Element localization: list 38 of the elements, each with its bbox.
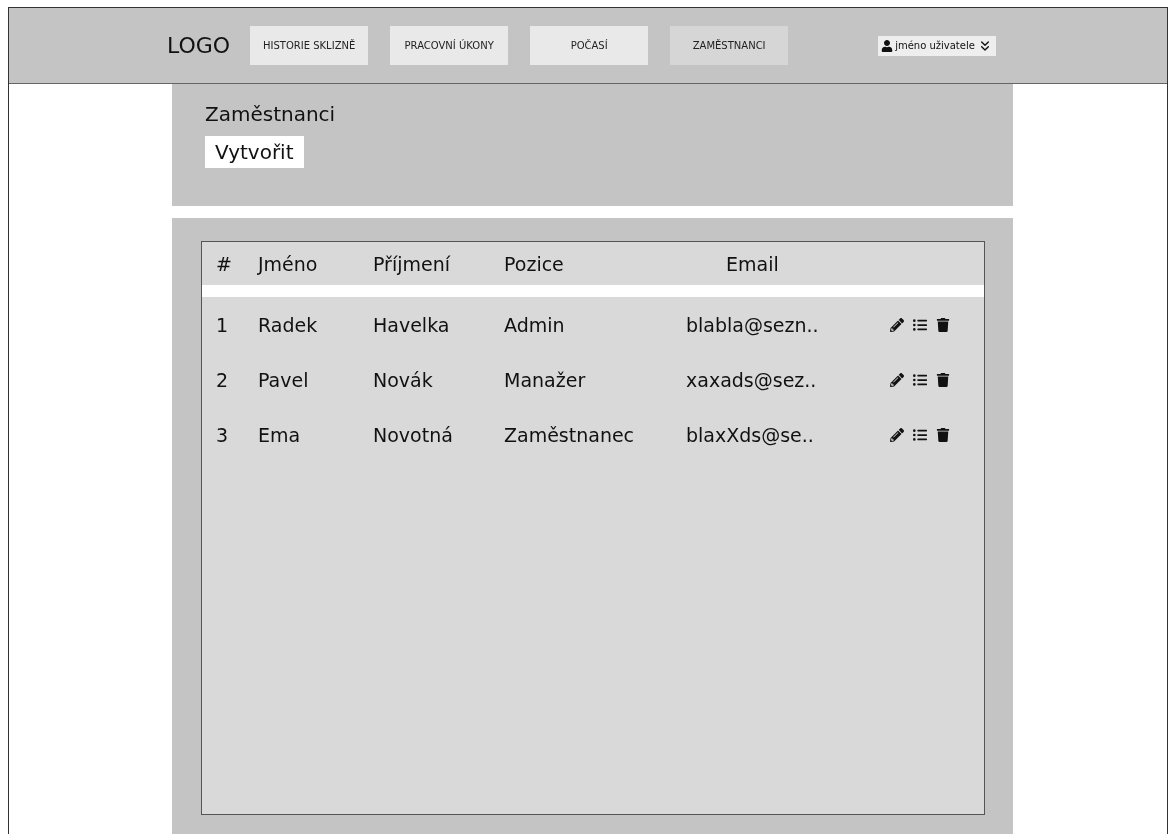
page-title: Zaměstnanci bbox=[205, 102, 337, 126]
create-button[interactable]: Vytvořit bbox=[205, 136, 304, 168]
table-cell-text: Admin bbox=[504, 313, 566, 336]
table-cell-text: 1 bbox=[216, 313, 230, 336]
nav-button[interactable]: ZAMĚSTNANCI bbox=[670, 26, 789, 65]
trash-icon[interactable] bbox=[936, 372, 950, 387]
table-cell-text: Ema bbox=[258, 423, 302, 446]
list-icon[interactable] bbox=[913, 372, 927, 387]
nav-button[interactable]: POČASÍ bbox=[530, 26, 649, 65]
table-cell-text: xaxads@sez.. bbox=[686, 368, 818, 391]
table-cell-text: Novák bbox=[373, 368, 434, 391]
trash-icon[interactable] bbox=[936, 317, 950, 332]
user-icon bbox=[881, 39, 894, 52]
table-cell-text: Pavel bbox=[258, 368, 310, 391]
nav-button[interactable]: HISTORIE SKLIZNĚ bbox=[250, 26, 369, 65]
table-cell-text: Zaměstnanec bbox=[504, 423, 636, 446]
table-cell-text: Radek bbox=[258, 313, 319, 336]
table-cell-text: Novotná bbox=[373, 423, 454, 446]
list-icon[interactable] bbox=[913, 317, 927, 332]
user-menu[interactable]: jméno uživatele bbox=[878, 35, 996, 56]
table-cell-text: blaxXds@se.. bbox=[686, 423, 815, 446]
column-header: Příjmení bbox=[373, 252, 452, 275]
table-cell-text: blabla@sezn.. bbox=[686, 313, 820, 336]
edit-icon[interactable] bbox=[890, 372, 904, 387]
table-cell-text: Manažer bbox=[504, 368, 587, 391]
table-cell-text: 2 bbox=[216, 368, 230, 391]
trash-icon[interactable] bbox=[936, 427, 950, 442]
logo: LOGO bbox=[167, 33, 231, 58]
table-cell-text: 3 bbox=[216, 423, 230, 446]
column-header: Pozice bbox=[504, 252, 565, 275]
column-header: # bbox=[216, 252, 233, 275]
nav-button[interactable]: PRACOVNÍ ÚKONY bbox=[390, 26, 509, 65]
edit-icon[interactable] bbox=[890, 427, 904, 442]
column-header: Email bbox=[725, 252, 780, 275]
column-header: Jméno bbox=[258, 252, 319, 275]
edit-icon[interactable] bbox=[890, 317, 904, 332]
table-cell-text: Havelka bbox=[373, 313, 451, 336]
list-icon[interactable] bbox=[913, 427, 927, 442]
